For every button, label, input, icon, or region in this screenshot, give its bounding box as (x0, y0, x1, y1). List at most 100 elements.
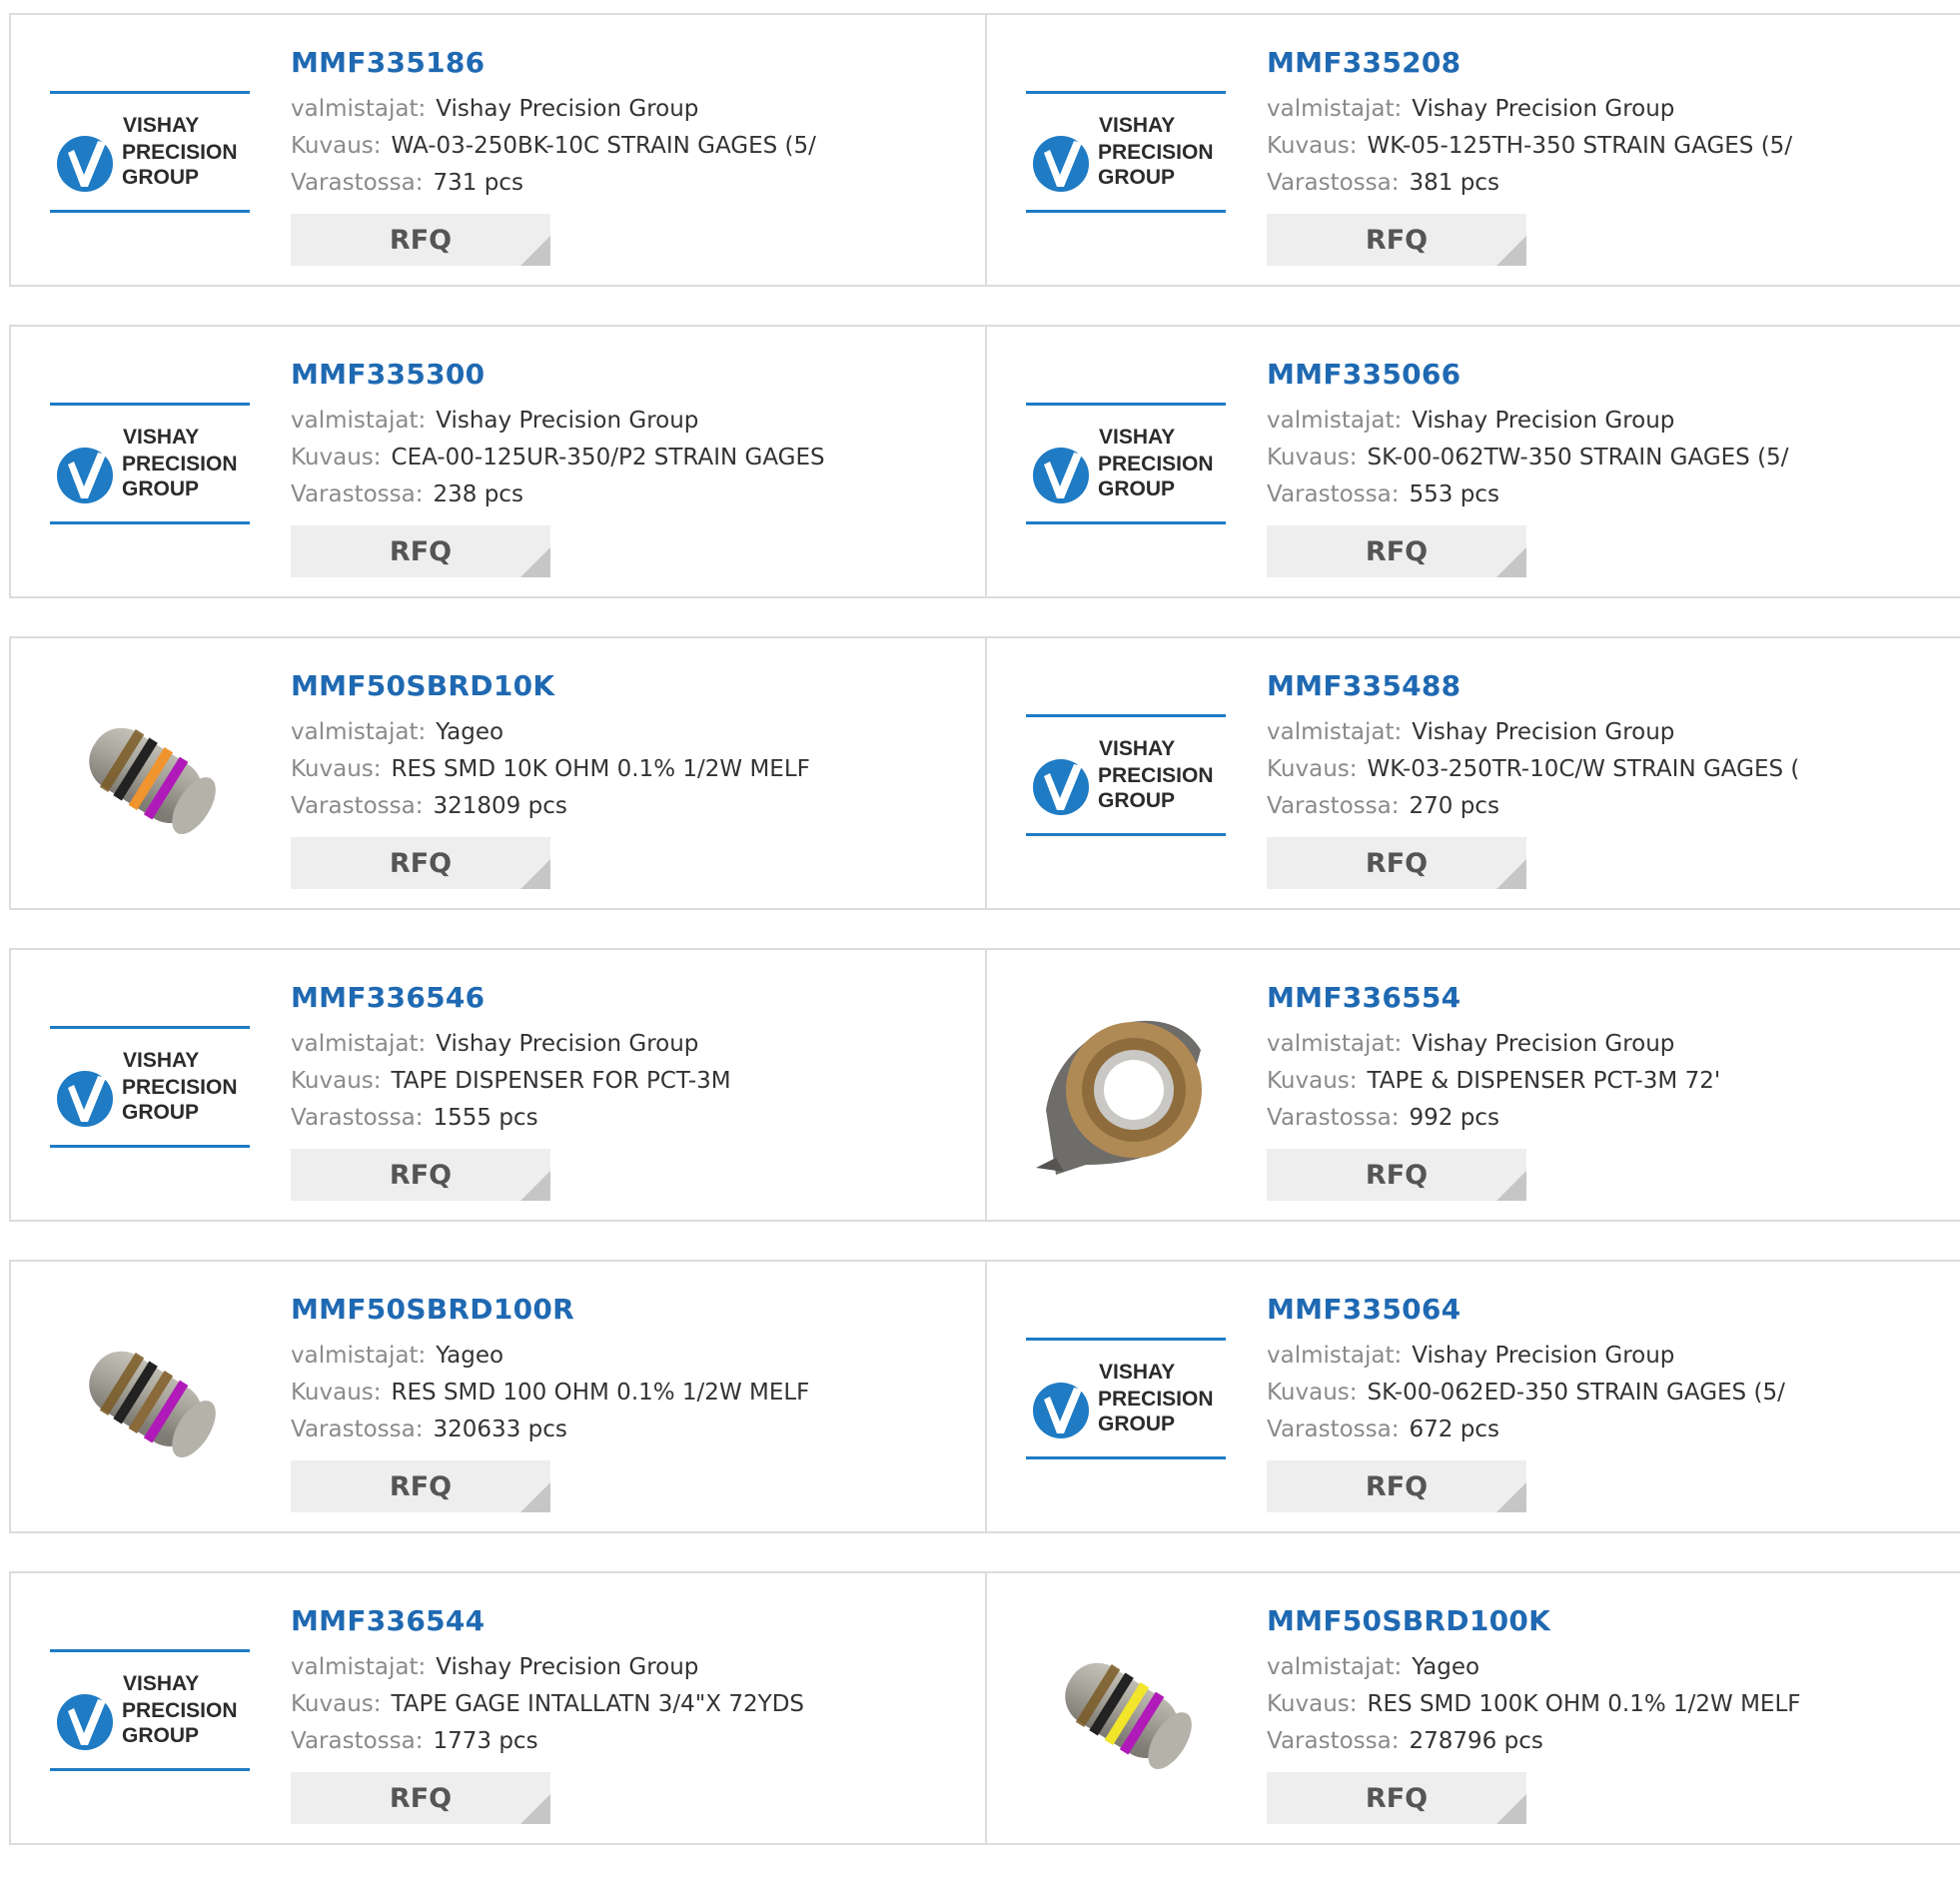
product-info: MMF335208 valmistajat: Vishay Precision G… (1267, 45, 1792, 202)
description-line: Kuvaus: RES SMD 10K OHM 0.1% 1/2W MELF (291, 751, 810, 788)
manufacturer-value: Vishay Precision Group (436, 96, 699, 122)
part-number-link[interactable]: MMF335208 (1267, 45, 1792, 91)
vishay-logo: VISHAY PRECISION GROUP (50, 990, 250, 1190)
part-number-link[interactable]: MMF335300 (291, 357, 825, 403)
corner-decoration (1496, 1794, 1526, 1824)
stock-label: Varastossa: (291, 1105, 424, 1131)
rfq-button[interactable]: RFQ (291, 1772, 550, 1824)
product-image[interactable] (1026, 990, 1226, 1190)
rfq-button[interactable]: RFQ (1267, 525, 1526, 577)
manufacturer-line: valmistajat: Vishay Precision Group (1267, 714, 1799, 751)
description-value: SK-00-062ED-350 STRAIN GAGES (5/ (1367, 1380, 1785, 1406)
logo-text: GROUP (122, 1101, 199, 1124)
stock-label: Varastossa: (1267, 1416, 1400, 1442)
stock-value: 731 pcs (433, 170, 523, 196)
product-image[interactable]: VISHAY PRECISION GROUP (50, 1613, 250, 1813)
logo-text: PRECISION (122, 141, 238, 164)
manufacturer-line: valmistajat: Yageo (1267, 1649, 1801, 1686)
rfq-button[interactable]: RFQ (291, 837, 550, 889)
rfq-button[interactable]: RFQ (1267, 214, 1526, 266)
description-line: Kuvaus: RES SMD 100 OHM 0.1% 1/2W MELF (291, 1375, 809, 1412)
product-card: VISHAY PRECISION GROUP MMF335488 valmist… (985, 638, 1960, 908)
rfq-button[interactable]: RFQ (1267, 1772, 1526, 1824)
part-number-link[interactable]: MMF50SBRD100K (1267, 1603, 1801, 1649)
product-card: MMF50SBRD100K valmistajat: Yageo Kuvaus: R… (985, 1573, 1960, 1843)
product-card: MMF50SBRD10K valmistajat: Yageo Kuvaus: RE… (9, 638, 985, 908)
product-image[interactable]: VISHAY PRECISION GROUP (1026, 367, 1226, 566)
part-number-link[interactable]: MMF336554 (1267, 980, 1720, 1026)
corner-decoration (520, 236, 550, 266)
stock-line: Varastossa: 270 pcs (1267, 788, 1799, 825)
description-label: Kuvaus: (291, 1068, 382, 1094)
manufacturer-value: Vishay Precision Group (1412, 408, 1675, 434)
product-image[interactable] (50, 678, 250, 878)
logo-text: VISHAY (1099, 1361, 1175, 1384)
logo-text: VISHAY (1099, 114, 1175, 137)
vishay-logo: VISHAY PRECISION GROUP (50, 367, 250, 566)
description-line: Kuvaus: WK-05-125TH-350 STRAIN GAGES (5/ (1267, 128, 1792, 165)
part-number-link[interactable]: MMF50SBRD10K (291, 668, 810, 714)
product-image[interactable]: VISHAY PRECISION GROUP (1026, 55, 1226, 255)
logo-text: GROUP (122, 166, 199, 189)
corner-decoration (520, 1171, 550, 1201)
logo-text: VISHAY (123, 1672, 199, 1695)
product-image[interactable] (1026, 1613, 1226, 1813)
product-row: VISHAY PRECISION GROUP MMF335186 valmist… (9, 13, 1960, 287)
stock-value: 1773 pcs (433, 1728, 538, 1754)
part-number-link[interactable]: MMF335066 (1267, 357, 1788, 403)
product-card: VISHAY PRECISION GROUP MMF335208 valmist… (985, 15, 1960, 285)
product-image[interactable] (50, 1302, 250, 1501)
rfq-label: RFQ (1365, 535, 1429, 567)
description-label: Kuvaus: (291, 445, 382, 471)
rfq-button[interactable]: RFQ (1267, 1460, 1526, 1512)
part-number-link[interactable]: MMF50SBRD100R (291, 1292, 809, 1338)
part-number-link[interactable]: MMF335186 (291, 45, 816, 91)
corner-decoration (520, 547, 550, 577)
product-info: MMF336544 valmistajat: Vishay Precision G… (291, 1603, 804, 1760)
description-label: Kuvaus: (1267, 445, 1358, 471)
product-image[interactable]: VISHAY PRECISION GROUP (1026, 1302, 1226, 1501)
product-image[interactable]: VISHAY PRECISION GROUP (50, 55, 250, 255)
description-value: RES SMD 10K OHM 0.1% 1/2W MELF (391, 756, 810, 782)
description-value: RES SMD 100K OHM 0.1% 1/2W MELF (1367, 1691, 1801, 1717)
part-number-link[interactable]: MMF335488 (1267, 668, 1799, 714)
stock-line: Varastossa: 320633 pcs (291, 1412, 809, 1448)
part-number-link[interactable]: MMF335064 (1267, 1292, 1785, 1338)
description-line: Kuvaus: CEA-00-125UR-350/P2 STRAIN GAGES (291, 440, 825, 476)
rfq-button[interactable]: RFQ (291, 1149, 550, 1201)
description-line: Kuvaus: RES SMD 100K OHM 0.1% 1/2W MELF (1267, 1686, 1801, 1723)
vishay-logo: VISHAY PRECISION GROUP (1026, 55, 1226, 255)
description-label: Kuvaus: (1267, 1380, 1358, 1406)
manufacturer-label: valmistajat: (1267, 1654, 1403, 1680)
rfq-label: RFQ (389, 847, 453, 879)
description-value: WK-05-125TH-350 STRAIN GAGES (5/ (1367, 133, 1793, 159)
description-label: Kuvaus: (1267, 1068, 1358, 1094)
part-number-link[interactable]: MMF336546 (291, 980, 731, 1026)
description-label: Kuvaus: (291, 756, 382, 782)
stock-label: Varastossa: (291, 481, 424, 507)
product-image[interactable]: VISHAY PRECISION GROUP (50, 990, 250, 1190)
rfq-button[interactable]: RFQ (291, 1460, 550, 1512)
product-row: VISHAY PRECISION GROUP MMF336546 valmist… (9, 948, 1960, 1222)
vishay-logo: VISHAY PRECISION GROUP (50, 55, 250, 255)
manufacturer-line: valmistajat: Vishay Precision Group (291, 403, 825, 440)
corner-decoration (520, 1794, 550, 1824)
stock-label: Varastossa: (291, 1416, 424, 1442)
manufacturer-line: valmistajat: Vishay Precision Group (1267, 1026, 1720, 1063)
rfq-label: RFQ (389, 1470, 453, 1502)
manufacturer-label: valmistajat: (291, 408, 427, 434)
logo-text: PRECISION (1098, 141, 1214, 164)
rfq-button[interactable]: RFQ (291, 214, 550, 266)
manufacturer-label: valmistajat: (1267, 96, 1403, 122)
corner-decoration (1496, 1171, 1526, 1201)
melf-resistor-image (50, 1302, 250, 1501)
product-image[interactable]: VISHAY PRECISION GROUP (50, 367, 250, 566)
rfq-button[interactable]: RFQ (1267, 1149, 1526, 1201)
description-line: Kuvaus: SK-00-062ED-350 STRAIN GAGES (5/ (1267, 1375, 1785, 1412)
manufacturer-value: Yageo (436, 719, 504, 745)
product-image[interactable]: VISHAY PRECISION GROUP (1026, 678, 1226, 878)
manufacturer-line: valmistajat: Vishay Precision Group (1267, 1338, 1785, 1375)
rfq-button[interactable]: RFQ (1267, 837, 1526, 889)
part-number-link[interactable]: MMF336544 (291, 1603, 804, 1649)
rfq-button[interactable]: RFQ (291, 525, 550, 577)
